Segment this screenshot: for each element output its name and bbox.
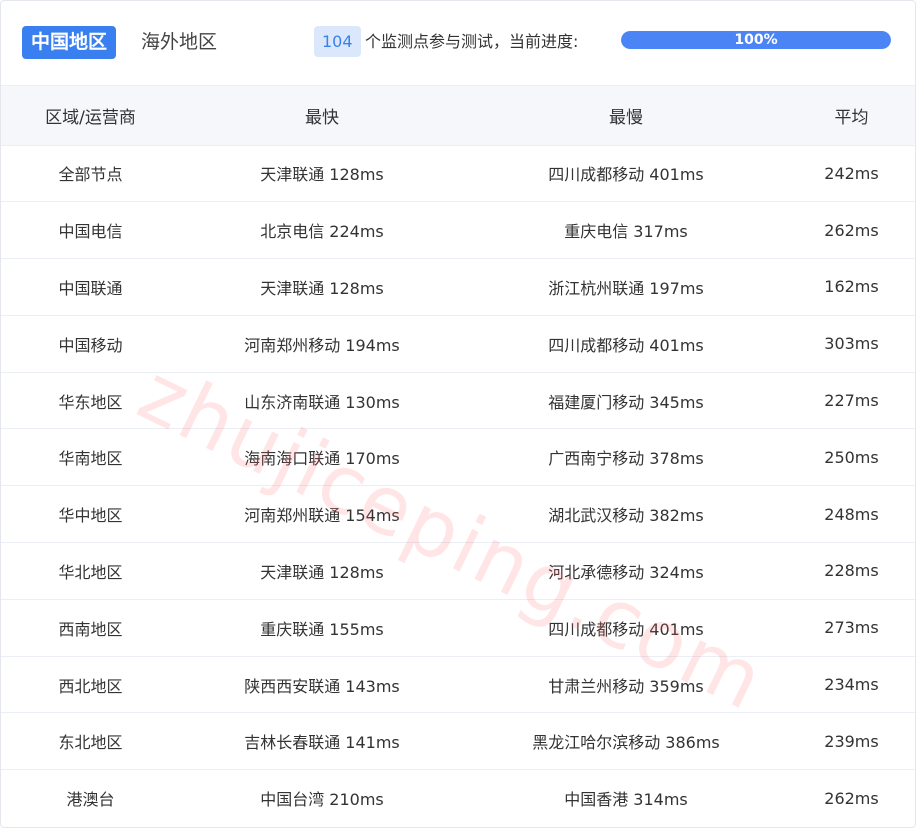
table-row: 东北地区 吉林长春联通 141ms 黑龙江哈尔滨移动 386ms 239ms (1, 712, 915, 771)
cell-region: 中国电信 (1, 201, 180, 260)
cell-region: 东北地区 (1, 712, 180, 771)
table-header-row: 区域/运营商 最快 最慢 平均 (1, 86, 915, 146)
table-row: 华东地区 山东济南联通 130ms 福建厦门移动 345ms 227ms (1, 372, 915, 430)
cell-slowest: 湖北武汉移动 382ms (464, 485, 788, 544)
cell-fastest: 山东济南联通 130ms (180, 372, 464, 430)
cell-average: 248ms (788, 485, 915, 544)
table-row: 华南地区 海南海口联通 170ms 广西南宁移动 378ms 250ms (1, 428, 915, 487)
cell-slowest: 四川成都移动 401ms (464, 145, 788, 203)
cell-region: 华中地区 (1, 485, 180, 544)
cell-region: 华北地区 (1, 542, 180, 600)
cell-fastest: 天津联通 128ms (180, 258, 464, 316)
cell-average: 262ms (824, 788, 879, 808)
cell-region: 中国移动 (1, 315, 180, 373)
progress-label: 个监测点参与测试，当前进度: (365, 32, 579, 51)
cell-region: 全部节点 (1, 145, 180, 203)
cell-fastest: 河南郑州移动 194ms (180, 315, 464, 373)
cell-fastest: 天津联通 128ms (180, 542, 464, 600)
results-panel: 中国地区 海外地区 104 个监测点参与测试，当前进度: 100% 区域/运营商… (0, 0, 916, 828)
cell-slowest: 黑龙江哈尔滨移动 386ms (464, 712, 788, 771)
cell-region: 西北地区 (1, 656, 180, 714)
table-row: 华北地区 天津联通 128ms 河北承德移动 324ms 228ms (1, 542, 915, 600)
cell-region: 华东地区 (1, 372, 180, 430)
header-fastest: 最快 (180, 86, 464, 146)
header-average: 平均 (788, 86, 915, 146)
progress-fill: 100% (621, 31, 891, 49)
cell-fastest: 陕西西安联通 143ms (180, 656, 464, 714)
cell-fastest: 重庆联通 155ms (180, 599, 464, 657)
cell-slowest: 广西南宁移动 378ms (464, 428, 788, 487)
cell-fastest: 天津联通 128ms (180, 145, 464, 203)
cell-average: 303ms (788, 315, 915, 373)
table-row: 华中地区 河南郑州联通 154ms 湖北武汉移动 382ms 248ms (1, 485, 915, 544)
header-slowest: 最慢 (464, 86, 788, 146)
cell-average: 239ms (788, 712, 915, 771)
cell-region: 港澳台 (66, 790, 115, 810)
table-body: 全部节点 天津联通 128ms 四川成都移动 401ms 242ms 中国电信 北京电信 … (1, 145, 915, 827)
cell-slowest: 中国香港 314ms (564, 790, 688, 810)
cell-average: 227ms (788, 372, 915, 430)
table-row: 全部节点 天津联通 128ms 四川成都移动 401ms 242ms (1, 145, 915, 203)
cell-slowest: 重庆电信 317ms (464, 201, 788, 260)
cell-slowest: 福建厦门移动 345ms (464, 372, 788, 430)
cell-average: 262ms (788, 201, 915, 260)
monitor-count-badge: 104 (314, 26, 361, 57)
progress-bar: 100% (621, 31, 891, 49)
cell-average: 242ms (788, 145, 915, 203)
cell-average: 234ms (788, 656, 915, 714)
top-bar: 中国地区 海外地区 104 个监测点参与测试，当前进度: 100% (1, 1, 915, 86)
table-row: 中国移动 河南郑州移动 194ms 四川成都移动 401ms 303ms (1, 315, 915, 373)
cell-average: 273ms (788, 599, 915, 657)
table-row: 西南地区 重庆联通 155ms 四川成都移动 401ms 273ms (1, 599, 915, 657)
table-row: 港澳台 中国台湾 210ms 中国香港 314ms 262ms (1, 770, 915, 827)
cell-region: 华南地区 (1, 428, 180, 487)
cell-slowest: 甘肃兰州移动 359ms (464, 656, 788, 714)
cell-fastest: 北京电信 224ms (180, 201, 464, 260)
table-row: 中国联通 天津联通 128ms 浙江杭州联通 197ms 162ms (1, 258, 915, 316)
cell-fastest: 中国台湾 210ms (260, 790, 384, 810)
cell-slowest: 河北承德移动 324ms (464, 542, 788, 600)
cell-average: 250ms (788, 428, 915, 487)
cell-region: 中国联通 (1, 258, 180, 316)
cell-average: 228ms (788, 542, 915, 600)
cell-region: 西南地区 (1, 599, 180, 657)
cell-fastest: 吉林长春联通 141ms (180, 712, 464, 771)
table-row: 中国电信 北京电信 224ms 重庆电信 317ms 262ms (1, 201, 915, 260)
table-row: 西北地区 陕西西安联通 143ms 甘肃兰州移动 359ms 234ms (1, 656, 915, 714)
cell-slowest: 四川成都移动 401ms (464, 599, 788, 657)
header-region: 区域/运营商 (1, 86, 180, 146)
tab-overseas-region[interactable]: 海外地区 (132, 26, 226, 59)
cell-slowest: 四川成都移动 401ms (464, 315, 788, 373)
cell-average: 162ms (788, 258, 915, 316)
tab-china-region[interactable]: 中国地区 (22, 26, 117, 59)
cell-slowest: 浙江杭州联通 197ms (464, 258, 788, 316)
results-table: 区域/运营商 最快 最慢 平均 全部节点 天津联通 128ms 四川成都移动 401… (1, 86, 915, 827)
cell-fastest: 河南郑州联通 154ms (180, 485, 464, 544)
cell-fastest: 海南海口联通 170ms (180, 428, 464, 487)
